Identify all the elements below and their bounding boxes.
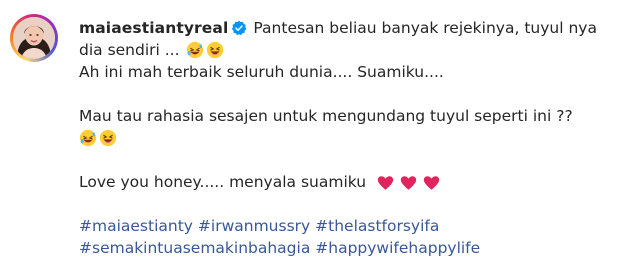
hashtag-link[interactable]: #semakintuasemakinbahagia [79,239,310,257]
hashtag-link[interactable]: #irwanmussry [198,217,310,235]
red-heart-emoji-icon [423,175,440,197]
rolling-laughing-emoji-icon [79,129,97,153]
caption-line: Ah ini mah terbaik seluruh dunia.... Sua… [79,61,624,83]
caption-text: Ah ini mah terbaik seluruh dunia.... Sua… [79,63,444,81]
hashtag-link[interactable]: #thelastforsyifa [315,217,439,235]
line-break [79,83,624,105]
avatar-photo-icon [13,17,55,59]
avatar[interactable] [13,17,55,59]
hashtag-row: #maiaestianty #irwanmussry #thelastforsy… [79,215,624,237]
line-break [79,193,624,215]
hashtag-row: #semakintuasemakinbahagia #happywifehapp… [79,237,624,259]
caption-line: Mau tau rahasia sesajen untuk mengundang… [79,105,624,127]
caption-text: Pantesan beliau banyak rejekinya, tuyul … [253,19,597,37]
caption-text: Mau tau rahasia sesajen untuk mengundang… [79,107,573,125]
hashtag-link[interactable]: #happywifehappylife [315,239,480,257]
red-heart-emoji-icon [377,175,394,197]
caption-text: Love you honey..... menyala suamiku [79,173,367,191]
verified-badge-icon [231,20,247,42]
red-heart-emoji-icon [400,175,417,197]
caption-line: dia sendiri ... [79,39,624,61]
caption-line: Love you honey..... menyala suamiku [79,171,624,193]
hashtag-link[interactable]: #maiaestianty [79,217,193,235]
comment-body: maiaestiantyreal Pantesan beliau banyak r… [79,17,624,259]
line-break [79,149,624,171]
caption-line [79,127,624,149]
grinning-squinting-emoji-icon [99,129,117,153]
instagram-comment: maiaestiantyreal Pantesan beliau banyak r… [0,0,630,277]
username-link[interactable]: maiaestiantyreal [79,19,228,37]
caption-first-line: maiaestiantyreal Pantesan beliau banyak r… [79,17,624,39]
avatar-story-ring[interactable] [10,14,58,62]
caption-text: dia sendiri ... [79,41,180,59]
